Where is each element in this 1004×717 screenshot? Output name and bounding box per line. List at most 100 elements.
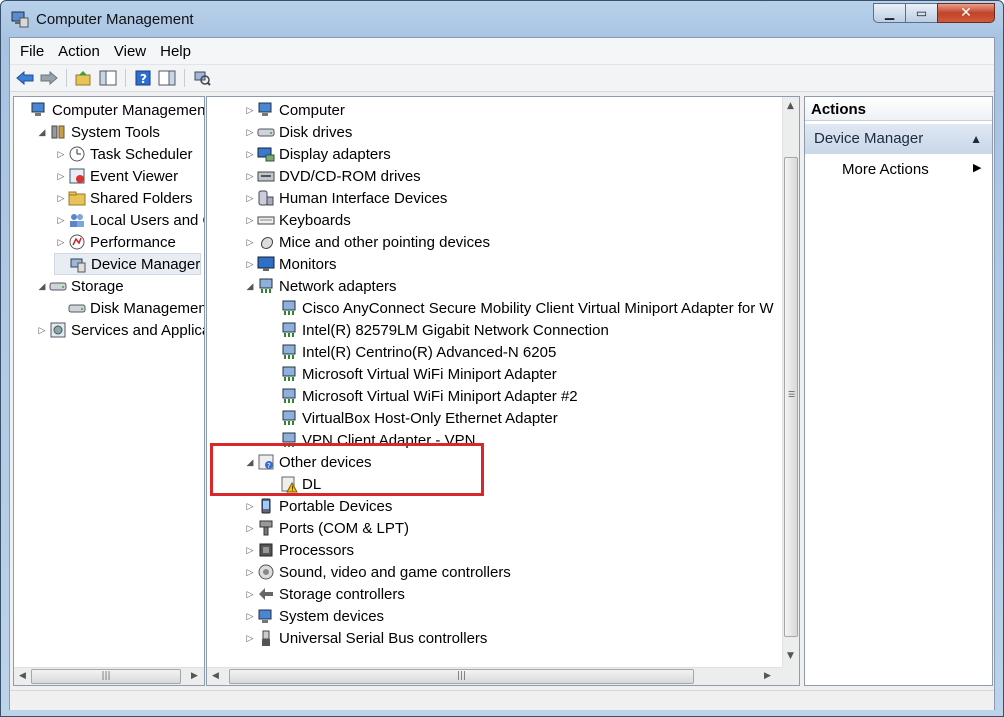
scroll-down-icon[interactable]: ▼	[787, 651, 794, 661]
forward-button[interactable]	[38, 67, 60, 89]
menu-help[interactable]: Help	[153, 41, 198, 62]
scroll-left-icon[interactable]: ◀	[212, 671, 219, 681]
expand-arrow-icon[interactable]: ▷	[243, 121, 257, 143]
tree-item-storage[interactable]: ◢ Storage	[35, 275, 124, 297]
toolbar-separator	[125, 69, 126, 87]
tree-item-performance[interactable]: ▷ Performance	[54, 231, 176, 253]
tree-item-mice-and-other-pointing-devices[interactable]: ▷ Mice and other pointing devices	[243, 231, 490, 253]
menu-view[interactable]: View	[107, 41, 153, 62]
close-button[interactable]: ✕	[937, 3, 995, 23]
tree-item-system-devices[interactable]: ▷ System devices	[243, 605, 385, 627]
expand-arrow-icon[interactable]: ▷	[243, 99, 257, 121]
tree-item-disk-management[interactable]: Disk Management	[54, 297, 204, 319]
tree-item-processors[interactable]: ▷ Processors	[243, 539, 355, 561]
collapse-caret-icon[interactable]: ▲	[970, 132, 982, 146]
expand-arrow-icon[interactable]: ▷	[243, 253, 257, 275]
tree-item-display-adapters[interactable]: ▷ Display adapters	[243, 143, 391, 165]
minimize-button[interactable]: ▁	[873, 3, 906, 23]
scroll-right-icon[interactable]: ▶	[191, 671, 198, 681]
scroll-thumb[interactable]: |||	[31, 669, 181, 684]
tree-item-device-manager[interactable]: Device Manager	[54, 253, 202, 275]
device-tree-horizontal-scrollbar[interactable]: ◀ ||| ▶	[207, 667, 782, 685]
up-button[interactable]	[73, 67, 95, 89]
network-adapter-icon	[280, 387, 298, 405]
show-hide-tree-button[interactable]	[97, 67, 119, 89]
expand-arrow-icon[interactable]: ▷	[243, 539, 257, 561]
tree-item-microsoft-virtual-wifi-miniport-adapter[interactable]: Microsoft Virtual WiFi Miniport Adapter	[266, 363, 557, 385]
mouse-icon	[257, 233, 275, 251]
tree-item-storage-controllers[interactable]: ▷ Storage controllers	[243, 583, 405, 605]
tree-item-event-viewer[interactable]: ▷ Event Viewer	[54, 165, 179, 187]
expand-arrow-icon[interactable]: ▷	[243, 517, 257, 539]
tree-item-label: Portable Devices	[279, 497, 393, 515]
console-tree-horizontal-scrollbar[interactable]: ◀ ||| ▶	[14, 667, 204, 685]
collapse-arrow-icon[interactable]: ◢	[243, 275, 257, 297]
tree-item-label: Processors	[279, 541, 355, 559]
maximize-button[interactable]: ▭	[905, 3, 938, 23]
collapse-arrow-icon[interactable]: ◢	[35, 121, 49, 143]
scroll-thumb[interactable]: |||	[229, 669, 694, 684]
properties-button[interactable]	[156, 67, 178, 89]
device-manager-icon	[69, 255, 87, 273]
scroll-left-icon[interactable]: ◀	[19, 671, 26, 681]
tree-item-intel-r-82579lm-gigabit-network-connecti[interactable]: Intel(R) 82579LM Gigabit Network Connect…	[266, 319, 609, 341]
help-button[interactable]: ?	[132, 67, 154, 89]
scan-hardware-button[interactable]	[191, 67, 213, 89]
tree-item-network-adapters[interactable]: ◢ Network adapters	[243, 275, 397, 297]
expand-arrow-icon[interactable]: ▷	[54, 187, 68, 209]
tree-item-system-tools[interactable]: ◢ System Tools	[35, 121, 160, 143]
console-tree-pane[interactable]: Computer Management ◢ System Tools ▷ Task Sc…	[13, 96, 205, 686]
expand-arrow-icon[interactable]: ▷	[243, 187, 257, 209]
keyboard-icon	[257, 211, 275, 229]
expand-arrow-icon[interactable]: ▷	[243, 561, 257, 583]
menu-action[interactable]: Action	[51, 41, 107, 62]
tree-item-keyboards[interactable]: ▷ Keyboards	[243, 209, 351, 231]
expand-arrow-icon[interactable]: ▷	[243, 165, 257, 187]
tree-item-label: Mice and other pointing devices	[279, 233, 490, 251]
tree-item-universal-serial-bus-controllers[interactable]: ▷ Universal Serial Bus controllers	[243, 627, 488, 649]
tree-item-dvd-cd-rom-drives[interactable]: ▷ DVD/CD-ROM drives	[243, 165, 421, 187]
tree-item-computer-management[interactable]: Computer Management	[16, 99, 204, 121]
expand-arrow-icon[interactable]: ▷	[243, 495, 257, 517]
collapse-arrow-icon[interactable]: ◢	[35, 275, 49, 297]
scroll-right-icon[interactable]: ▶	[764, 671, 771, 681]
tree-item-human-interface-devices[interactable]: ▷ Human Interface Devices	[243, 187, 448, 209]
actions-section-label: Device Manager	[814, 130, 924, 147]
scroll-thumb[interactable]: ☰	[784, 157, 798, 637]
device-tree-vertical-scrollbar[interactable]: ▲ ☰ ▼	[782, 97, 799, 668]
tree-item-shared-folders[interactable]: ▷ Shared Folders	[54, 187, 193, 209]
expand-arrow-icon[interactable]: ▷	[243, 143, 257, 165]
tree-item-virtualbox-host-only-ethernet-adapter[interactable]: VirtualBox Host-Only Ethernet Adapter	[266, 407, 558, 429]
title-bar[interactable]: Computer Management ▁ ▭ ✕	[1, 1, 1003, 37]
tree-item-cisco-anyconnect-secure-mobility-client-[interactable]: Cisco AnyConnect Secure Mobility Client …	[266, 297, 774, 319]
expand-arrow-icon[interactable]: ▷	[243, 627, 257, 649]
tree-item-services-and-applicat[interactable]: ▷ Services and Applicat	[35, 319, 204, 341]
more-actions-link[interactable]: More Actions	[842, 161, 929, 178]
menu-file[interactable]: File	[13, 41, 51, 62]
actions-device-manager-section[interactable]: Device Manager ▲	[805, 124, 992, 154]
expand-arrow-icon[interactable]: ▷	[54, 209, 68, 231]
expand-arrow-icon[interactable]: ▷	[54, 143, 68, 165]
tree-item-ports-com-lpt[interactable]: ▷ Ports (COM & LPT)	[243, 517, 409, 539]
tree-item-sound-video-and-game-controllers[interactable]: ▷ Sound, video and game controllers	[243, 561, 511, 583]
expand-arrow-icon[interactable]: ▷	[243, 605, 257, 627]
tree-item-microsoft-virtual-wifi-miniport-adapter-[interactable]: Microsoft Virtual WiFi Miniport Adapter …	[266, 385, 578, 407]
tree-item-portable-devices[interactable]: ▷ Portable Devices	[243, 495, 393, 517]
client-area: File Action View Help ? Computer Managem…	[9, 37, 995, 710]
expand-arrow-icon[interactable]: ▷	[243, 209, 257, 231]
tree-item-intel-r-centrino-r-advanced-n-6205[interactable]: Intel(R) Centrino(R) Advanced-N 6205	[266, 341, 556, 363]
back-button[interactable]	[14, 67, 36, 89]
tree-item-task-scheduler[interactable]: ▷ Task Scheduler	[54, 143, 193, 165]
expand-arrow-icon[interactable]: ▷	[35, 319, 49, 341]
device-tree-pane[interactable]: ▷ Computer ▷ Disk drives ▷ Display adapters ▷ D…	[206, 96, 800, 686]
scroll-up-icon[interactable]: ▲	[787, 101, 794, 111]
tree-item-monitors[interactable]: ▷ Monitors	[243, 253, 337, 275]
tree-item-local-users-and-gro[interactable]: ▷ Local Users and Gro	[54, 209, 204, 231]
expand-arrow-icon[interactable]: ▷	[54, 165, 68, 187]
tree-item-computer[interactable]: ▷ Computer	[243, 99, 345, 121]
expand-arrow-icon[interactable]: ▷	[243, 231, 257, 253]
tree-item-disk-drives[interactable]: ▷ Disk drives	[243, 121, 353, 143]
disk-drive-icon	[257, 123, 275, 141]
expand-arrow-icon[interactable]: ▷	[243, 583, 257, 605]
expand-arrow-icon[interactable]: ▷	[54, 231, 68, 253]
